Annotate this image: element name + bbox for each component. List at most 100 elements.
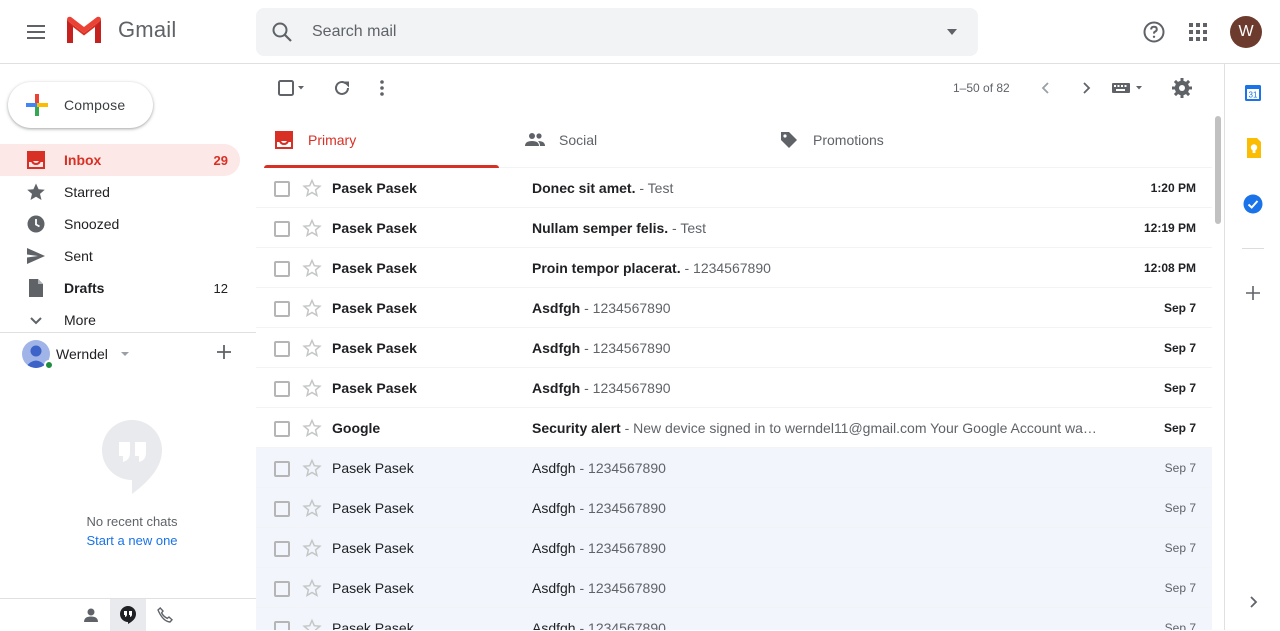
sidebar-item-starred[interactable]: Starred bbox=[0, 176, 240, 208]
tab-primary[interactable]: Primary bbox=[264, 112, 499, 168]
row-checkbox[interactable] bbox=[274, 541, 290, 557]
newer-button[interactable] bbox=[1032, 70, 1060, 106]
email-row[interactable]: Pasek Pasek Proin tempor placerat. - 1234… bbox=[256, 248, 1212, 288]
row-checkbox[interactable] bbox=[274, 621, 290, 630]
list-scrollbar[interactable] bbox=[1212, 112, 1224, 630]
tasks-button[interactable] bbox=[1241, 192, 1265, 216]
gmail-logo[interactable]: Gmail bbox=[64, 14, 176, 46]
calendar-day: 31 bbox=[1249, 91, 1258, 100]
apps-icon bbox=[1188, 22, 1208, 42]
email-sender: Pasek Pasek bbox=[332, 500, 414, 516]
email-row[interactable]: Pasek Pasek Asdfgh - 1234567890 Sep 7 bbox=[256, 448, 1212, 488]
caret-down-icon[interactable] bbox=[120, 349, 130, 359]
get-addons-button[interactable] bbox=[1241, 281, 1265, 305]
expand-panel-button[interactable] bbox=[1241, 590, 1265, 614]
main-content: 1–50 of 82 Primary Social Promotions Pas… bbox=[256, 64, 1212, 630]
email-row[interactable]: Pasek Pasek Asdfgh - 1234567890 Sep 7 bbox=[256, 568, 1212, 608]
email-content: Nullam semper felis. - Test bbox=[532, 220, 1102, 236]
row-checkbox[interactable] bbox=[274, 461, 290, 477]
email-row[interactable]: Pasek Pasek Asdfgh - 1234567890 Sep 7 bbox=[256, 488, 1212, 528]
older-button[interactable] bbox=[1072, 70, 1100, 106]
add-chat-icon[interactable] bbox=[214, 342, 234, 362]
email-content: Asdfgh - 1234567890 bbox=[532, 580, 1102, 596]
row-checkbox[interactable] bbox=[274, 381, 290, 397]
email-row[interactable]: Pasek Pasek Asdfgh - 1234567890 Sep 7 bbox=[256, 528, 1212, 568]
select-all-button[interactable] bbox=[270, 70, 310, 106]
apps-button[interactable] bbox=[1178, 12, 1218, 52]
email-content: Security alert - New device signed in to… bbox=[532, 420, 1102, 436]
email-subject: Asdfgh bbox=[532, 340, 581, 356]
email-snippet: - Test bbox=[668, 220, 707, 236]
star-outline-icon[interactable] bbox=[302, 538, 322, 558]
search-input[interactable] bbox=[312, 8, 912, 56]
mail-folders: Inbox 29 Starred Snoozed Sent Drafts 12 … bbox=[0, 144, 240, 336]
tab-promotions[interactable]: Promotions bbox=[769, 112, 1004, 168]
email-row[interactable]: Pasek Pasek Asdfgh - 1234567890 Sep 7 bbox=[256, 608, 1212, 630]
sidebar-item-inbox[interactable]: Inbox 29 bbox=[0, 144, 240, 176]
pagination-range: 1–50 of 82 bbox=[953, 81, 1010, 95]
email-row[interactable]: Pasek Pasek Asdfgh - 1234567890 Sep 7 bbox=[256, 368, 1212, 408]
row-checkbox[interactable] bbox=[274, 181, 290, 197]
star-outline-icon[interactable] bbox=[302, 618, 322, 630]
tab-social[interactable]: Social bbox=[515, 112, 750, 168]
more-actions-button[interactable] bbox=[368, 70, 396, 106]
row-checkbox[interactable] bbox=[274, 341, 290, 357]
hangouts-user-name: Werndel bbox=[56, 346, 108, 362]
input-tools-button[interactable] bbox=[1108, 70, 1148, 106]
search-options-icon[interactable] bbox=[946, 26, 958, 38]
contacts-tab[interactable] bbox=[73, 599, 109, 631]
tab-label: Social bbox=[559, 132, 598, 148]
keep-button[interactable] bbox=[1241, 136, 1265, 160]
sidebar-item-label: Inbox bbox=[64, 152, 102, 168]
search-bar[interactable] bbox=[256, 8, 978, 56]
row-checkbox[interactable] bbox=[274, 301, 290, 317]
email-row[interactable]: Pasek Pasek Nullam semper felis. - Test 12… bbox=[256, 208, 1212, 248]
row-checkbox[interactable] bbox=[274, 421, 290, 437]
hangouts-user[interactable]: Werndel bbox=[22, 338, 242, 370]
phone-icon bbox=[157, 607, 173, 623]
email-content: Asdfgh - 1234567890 bbox=[532, 540, 1102, 556]
star-outline-icon[interactable] bbox=[302, 578, 322, 598]
plus-icon bbox=[24, 92, 50, 118]
star-outline-icon[interactable] bbox=[302, 418, 322, 438]
side-panel-divider bbox=[1242, 248, 1264, 249]
star-outline-icon[interactable] bbox=[302, 498, 322, 518]
star-outline-icon[interactable] bbox=[302, 378, 322, 398]
email-row[interactable]: Pasek Pasek Donec sit amet. - Test 1:20 PM bbox=[256, 168, 1212, 208]
phone-tab[interactable] bbox=[147, 599, 183, 631]
hangouts-tab[interactable] bbox=[110, 599, 146, 631]
compose-button[interactable]: Compose bbox=[8, 82, 153, 128]
email-subject: Nullam semper felis. bbox=[532, 220, 669, 236]
account-avatar[interactable]: W bbox=[1230, 16, 1262, 48]
email-row[interactable]: Google Security alert - New device signed… bbox=[256, 408, 1212, 448]
email-subject: Asdfgh bbox=[532, 380, 581, 396]
scroll-thumb[interactable] bbox=[1215, 116, 1221, 224]
row-checkbox[interactable] bbox=[274, 581, 290, 597]
star-outline-icon[interactable] bbox=[302, 258, 322, 278]
row-checkbox[interactable] bbox=[274, 501, 290, 517]
email-sender: Pasek Pasek bbox=[332, 540, 414, 556]
search-icon[interactable] bbox=[270, 20, 294, 44]
star-outline-icon[interactable] bbox=[302, 218, 322, 238]
star-outline-icon[interactable] bbox=[302, 178, 322, 198]
star-outline-icon[interactable] bbox=[302, 458, 322, 478]
email-row[interactable]: Pasek Pasek Asdfgh - 1234567890 Sep 7 bbox=[256, 288, 1212, 328]
star-outline-icon[interactable] bbox=[302, 298, 322, 318]
calendar-button[interactable]: 31 bbox=[1241, 81, 1265, 105]
star-outline-icon[interactable] bbox=[302, 338, 322, 358]
sidebar-item-label: Snoozed bbox=[64, 216, 120, 232]
settings-button[interactable] bbox=[1168, 70, 1196, 106]
email-row[interactable]: Pasek Pasek Asdfgh - 1234567890 Sep 7 bbox=[256, 328, 1212, 368]
start-chat-link[interactable]: Start a new one bbox=[0, 533, 264, 548]
main-menu-button[interactable] bbox=[12, 8, 60, 56]
email-snippet: - 1234567890 bbox=[575, 500, 666, 516]
row-checkbox[interactable] bbox=[274, 221, 290, 237]
sidebar-item-snoozed[interactable]: Snoozed bbox=[0, 208, 240, 240]
sidebar-item-sent[interactable]: Sent bbox=[0, 240, 240, 272]
help-button[interactable] bbox=[1134, 12, 1174, 52]
email-sender: Pasek Pasek bbox=[332, 300, 417, 316]
chevron-right-icon bbox=[1248, 595, 1258, 609]
row-checkbox[interactable] bbox=[274, 261, 290, 277]
sidebar-item-drafts[interactable]: Drafts 12 bbox=[0, 272, 240, 304]
refresh-button[interactable] bbox=[328, 70, 356, 106]
